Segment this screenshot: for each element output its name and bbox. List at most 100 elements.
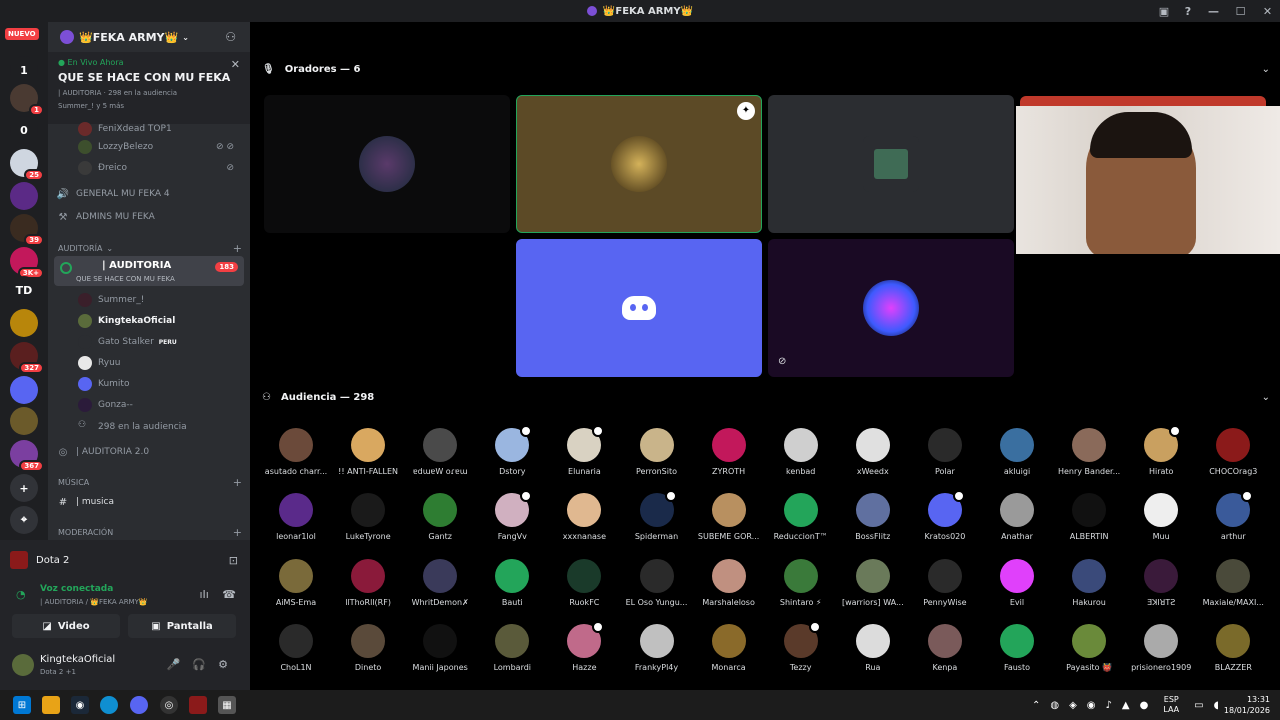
audience-member[interactable]: BossFlitz	[837, 493, 909, 541]
voice-user[interactable]: Ðreico ⊘	[78, 158, 238, 178]
minimize-button[interactable]: —	[1201, 5, 1226, 18]
server-icon[interactable]	[10, 182, 38, 210]
voice-user[interactable]: LozzyBelezo ⊘ ⊘	[78, 137, 238, 157]
account-row[interactable]: KingtekaOficial Dota 2 +1 🎤🎧⚙	[12, 652, 240, 680]
maximize-button[interactable]: ☐	[1228, 5, 1253, 18]
calculator-icon[interactable]: ▦	[218, 696, 236, 714]
audience-member[interactable]: [warriors] WA...	[837, 558, 909, 607]
audience-member[interactable]: Marshaleloso	[693, 558, 765, 607]
audience-member[interactable]: Kratos020	[909, 490, 981, 541]
file-explorer-icon[interactable]	[42, 696, 60, 714]
audience-member[interactable]: Spiderman	[621, 490, 693, 541]
audience-member[interactable]: PerronSito	[621, 428, 693, 476]
discord-icon[interactable]	[130, 696, 148, 714]
server-icon[interactable]: 25	[10, 149, 44, 181]
steam-icon[interactable]: ◉	[71, 696, 89, 714]
audience-member[interactable]: LukeTyrone	[332, 493, 404, 541]
tray-app-icon[interactable]: ◍	[1050, 700, 1059, 711]
channel-auditoria-2[interactable]: ◎ | AUDITORIA 2.0	[56, 442, 244, 462]
audience-member[interactable]: WhritDemon✗	[404, 558, 476, 607]
voice-user[interactable]: Ryuu	[78, 353, 238, 373]
disconnect-icon[interactable]: ☎	[222, 588, 236, 601]
server-icon[interactable]: 1	[10, 56, 38, 84]
tray-app-icon[interactable]: ●	[1140, 700, 1149, 711]
audience-member[interactable]: Elunaria	[548, 425, 620, 476]
audience-member[interactable]: akluigi	[981, 428, 1053, 476]
audience-member[interactable]: Rua	[837, 623, 909, 672]
audience-member[interactable]: FangVv	[476, 490, 548, 541]
dota-icon[interactable]	[189, 696, 207, 714]
tray-app-icon[interactable]: ◈	[1069, 700, 1077, 711]
screen-share-button[interactable]: ▣ Pantalla	[128, 614, 236, 638]
audience-member[interactable]: ƎꓘIꓤTƧ	[1125, 558, 1197, 607]
mic-icon[interactable]: ♪	[1106, 700, 1112, 711]
headphones-icon[interactable]: 🎧	[192, 658, 218, 671]
channel-admins[interactable]: ⚒ ADMINS MU FEKA	[56, 207, 244, 227]
audience-member[interactable]: Hazze	[548, 620, 620, 672]
category-musica[interactable]: MÚSICA +	[58, 474, 242, 490]
server-icon[interactable]: 367	[10, 440, 44, 472]
voice-user[interactable]: Summer_!	[78, 290, 238, 310]
live-banner[interactable]: ● En Vivo Ahora QUE SE HACE CON MU FEKA …	[48, 52, 250, 124]
audience-member[interactable]: ZYROTH	[693, 428, 765, 476]
audience-member[interactable]: Bauti	[476, 558, 548, 607]
video-button[interactable]: ◪ Video	[12, 614, 120, 638]
audience-member[interactable]: Maxiale/MAXI...	[1197, 558, 1269, 607]
add-user-icon[interactable]: ⚇	[225, 30, 236, 44]
audience-member[interactable]: xWeedx	[837, 428, 909, 476]
audience-header[interactable]: ⚇ Audiencia — 298	[262, 392, 374, 403]
server-icon[interactable]	[10, 376, 38, 404]
camera-feed[interactable]	[1016, 106, 1280, 254]
chevron-down-icon[interactable]: ⌄	[1262, 392, 1270, 403]
clock[interactable]: 13:31 18/01/2026	[1224, 694, 1270, 716]
audience-member[interactable]: kenbad	[765, 428, 837, 476]
audience-member[interactable]: Henry Bander...	[1053, 428, 1125, 476]
audience-member[interactable]: ALBERTIN	[1053, 493, 1125, 541]
close-icon[interactable]: ✕	[231, 58, 240, 71]
voice-channel[interactable]: | AUDITORIA / 👑FEKA ARMY👑	[40, 598, 148, 606]
server-icon[interactable]: 39	[10, 214, 44, 246]
signal-icon[interactable]: ◔	[16, 588, 26, 601]
channel-musica[interactable]: # | musica	[56, 492, 244, 512]
server-icon[interactable]: 3K+	[10, 247, 44, 279]
nuevo-badge[interactable]: NUEVO	[5, 28, 39, 40]
audience-member[interactable]: Polar	[909, 428, 981, 476]
guild-header[interactable]: 👑FEKA ARMY👑 ⌄ ⚇	[48, 22, 250, 52]
server-icon[interactable]: ⌖	[10, 506, 38, 534]
audience-member[interactable]: asutado charr...	[260, 428, 332, 476]
audience-member[interactable]: !! ANTI-FALLEN	[332, 428, 404, 476]
app-icon[interactable]: ◎	[160, 696, 178, 714]
voice-user[interactable]: Kumito	[78, 374, 238, 394]
audience-member[interactable]: EL Oso Yungu...	[621, 558, 693, 607]
audience-member[interactable]: Manii Japones	[404, 623, 476, 672]
audience-member[interactable]: BLAZZER	[1197, 623, 1269, 672]
audience-member[interactable]: RuokFC	[548, 558, 620, 607]
audience-member[interactable]: FrankyPl4y	[621, 623, 693, 672]
add-channel-icon[interactable]: +	[233, 242, 242, 255]
audience-member[interactable]: Lombardi	[476, 623, 548, 672]
audience-member[interactable]: Kenpa	[909, 623, 981, 672]
voice-user[interactable]: Gato Stalker PERU	[78, 332, 238, 352]
volume-icon[interactable]: ◖	[1214, 700, 1219, 711]
speaker-tile[interactable]	[264, 95, 510, 233]
audience-member[interactable]: Dineto	[332, 623, 404, 672]
audience-member[interactable]: Anathar	[981, 493, 1053, 541]
audience-member[interactable]: CHOCOrag3	[1197, 428, 1269, 476]
gear-icon[interactable]: ⚙	[218, 658, 240, 671]
audience-member[interactable]: SUBEME GOR...	[693, 493, 765, 541]
activity-row[interactable]: Dota 2 ⊡	[10, 548, 238, 572]
add-channel-icon[interactable]: +	[233, 526, 242, 539]
channel-auditoria[interactable]: | AUDITORIA QUE SE HACE CON MU FEKA 183	[54, 256, 244, 286]
audience-member[interactable]: AiMS-Ema	[260, 558, 332, 607]
audience-member[interactable]: ChoL1N	[260, 623, 332, 672]
tray-app-icon[interactable]: ◉	[1087, 700, 1096, 711]
audience-member[interactable]: leonar1lol	[260, 493, 332, 541]
category-auditoria[interactable]: AUDITORÍA ⌄ +	[58, 240, 242, 256]
audience-member[interactable]: Tezzy	[765, 620, 837, 672]
windows-start-icon[interactable]: ⊞	[13, 696, 31, 714]
audience-member[interactable]: Payasito 👹	[1053, 623, 1125, 672]
audience-member[interactable]: xxxnanase	[548, 493, 620, 541]
chevron-up-icon[interactable]: ⌃	[1032, 700, 1040, 711]
server-icon[interactable]	[10, 407, 38, 435]
audience-member[interactable]: ɐdɯɐW oɾɐɯ	[404, 428, 476, 476]
